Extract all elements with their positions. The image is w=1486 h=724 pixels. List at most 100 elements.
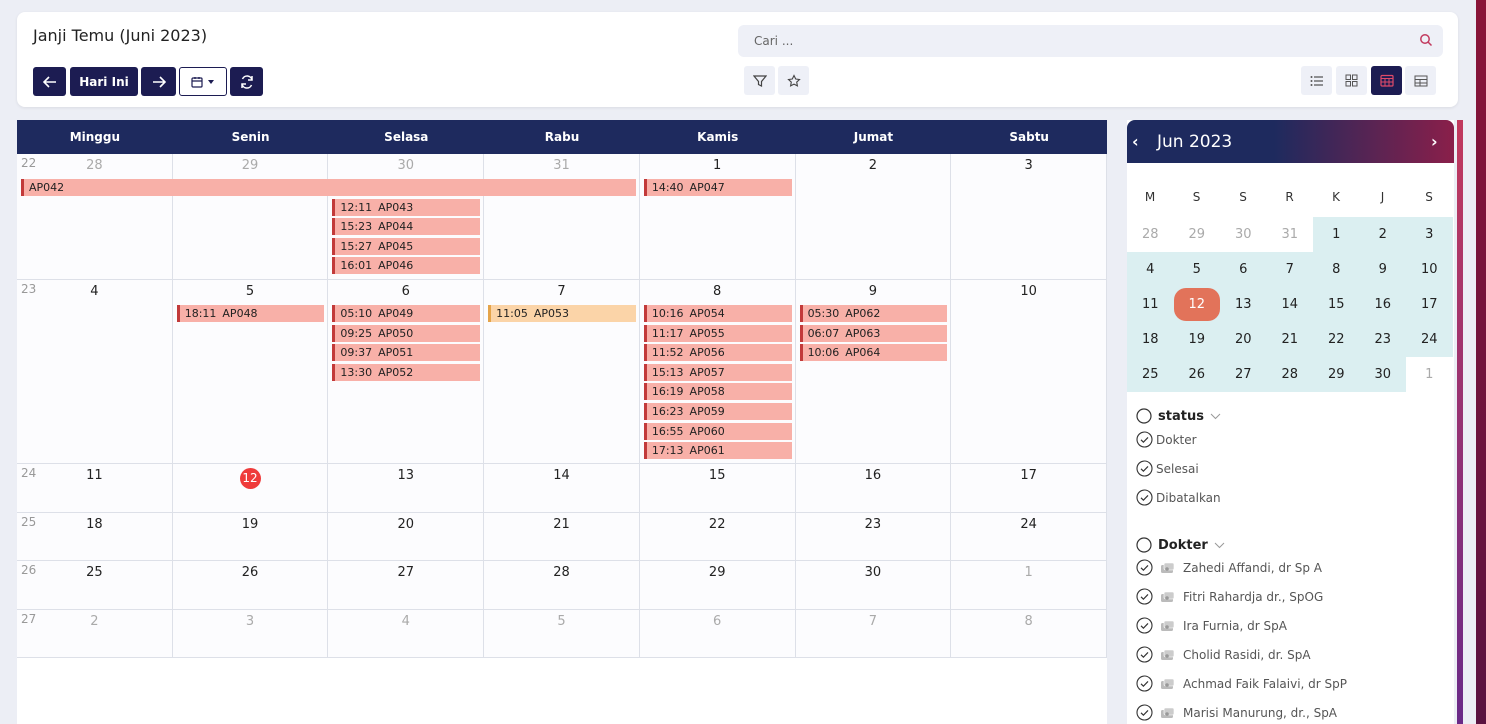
day-cell[interactable]: 31 <box>484 154 640 279</box>
mini-day[interactable]: 25 <box>1127 357 1174 392</box>
dokter-filter-item[interactable]: Ira Furnia, dr SpA <box>1136 617 1287 634</box>
appointment-event[interactable]: 15:13 AP057 <box>643 363 792 381</box>
mini-day[interactable]: 23 <box>1359 322 1406 357</box>
day-cell[interactable]: 7 <box>795 610 952 657</box>
day-cell[interactable]: 18 <box>17 513 173 560</box>
status-filter-item[interactable]: Selesai <box>1136 460 1199 477</box>
appointment-event[interactable]: 11:05 AP053 <box>488 305 636 322</box>
refresh-button[interactable] <box>230 67 263 96</box>
mini-day[interactable]: 10 <box>1406 252 1453 287</box>
dokter-filter-item[interactable]: Fitri Rahardja dr., SpOG <box>1136 588 1323 605</box>
dokter-filter-item[interactable]: Cholid Rasidi, dr. SpA <box>1136 646 1311 663</box>
day-cell[interactable]: 14 <box>484 464 640 512</box>
table-view-button[interactable] <box>1405 66 1436 95</box>
mini-day[interactable]: 24 <box>1406 322 1453 357</box>
day-cell[interactable]: 11 <box>17 464 173 512</box>
mini-day[interactable]: 28 <box>1266 357 1313 392</box>
day-cell[interactable]: 30 <box>795 561 952 609</box>
mini-day[interactable]: 2 <box>1359 217 1406 252</box>
day-cell[interactable]: 4 <box>328 610 485 657</box>
appointment-event[interactable]: 15:27 AP045 <box>332 237 481 255</box>
appointment-event[interactable]: 18:11 AP048 <box>176 305 325 322</box>
today-button[interactable]: Hari Ini <box>70 67 138 96</box>
day-cell[interactable]: 16 <box>795 464 952 512</box>
mini-day[interactable]: 1 <box>1406 357 1453 392</box>
appointment-event[interactable]: 10:06 AP064 <box>799 344 948 362</box>
day-cell[interactable]: 20 <box>328 513 485 560</box>
dokter-filter-item[interactable]: Achmad Faik Falaivi, dr SpP <box>1136 675 1347 692</box>
appointment-event[interactable]: 13:30 AP052 <box>332 363 481 381</box>
day-cell[interactable]: 6 <box>639 610 796 657</box>
day-cell[interactable]: 1 <box>951 561 1107 609</box>
calendar-view-button[interactable] <box>1371 66 1402 95</box>
mini-day[interactable]: 7 <box>1266 252 1313 287</box>
day-cell[interactable]: 15 <box>639 464 796 512</box>
day-cell[interactable]: 19 <box>172 513 329 560</box>
mini-day[interactable]: 12 <box>1173 287 1220 322</box>
appointment-event[interactable]: 16:19 AP058 <box>643 383 792 401</box>
day-cell[interactable]: 29 <box>639 561 796 609</box>
mini-day[interactable]: 15 <box>1313 287 1360 322</box>
day-cell[interactable]: 27 <box>328 561 485 609</box>
appointment-event[interactable]: 11:17 AP055 <box>643 324 792 342</box>
status-filter-item[interactable]: Dokter <box>1136 431 1197 448</box>
appointment-event[interactable]: 16:01 AP046 <box>332 257 481 275</box>
status-filter-header[interactable]: status <box>1136 408 1221 424</box>
day-cell[interactable]: 3 <box>951 154 1107 279</box>
mini-day[interactable]: 8 <box>1313 252 1360 287</box>
day-cell[interactable]: 24 <box>951 513 1107 560</box>
mini-day[interactable]: 21 <box>1266 322 1313 357</box>
mini-day[interactable]: 31 <box>1267 217 1314 252</box>
day-cell[interactable]: 13 <box>328 464 485 512</box>
status-filter-item[interactable]: Dibatalkan <box>1136 489 1221 506</box>
day-cell[interactable]: 22 <box>639 513 796 560</box>
mini-day[interactable]: 14 <box>1266 287 1313 322</box>
day-cell[interactable]: 21 <box>484 513 640 560</box>
mini-day[interactable]: 29 <box>1313 357 1360 392</box>
day-cell[interactable]: 8 <box>951 610 1107 657</box>
day-cell[interactable]: 28 <box>484 561 640 609</box>
mini-day[interactable]: 27 <box>1220 357 1267 392</box>
mini-day[interactable]: 30 <box>1359 357 1406 392</box>
mini-next-month-icon[interactable]: › <box>1431 132 1438 151</box>
appointment-event[interactable]: 10:16 AP054 <box>643 305 792 322</box>
appointment-event[interactable]: 16:55 AP060 <box>643 422 792 440</box>
appointment-event[interactable]: 05:30 AP062 <box>799 305 948 322</box>
mini-day[interactable]: 13 <box>1220 287 1267 322</box>
day-cell[interactable]: 29 <box>172 154 329 279</box>
mini-day[interactable]: 28 <box>1127 217 1174 252</box>
day-cell[interactable]: 28 <box>17 154 173 279</box>
next-button[interactable] <box>141 67 176 96</box>
appointment-event[interactable]: AP042 <box>21 179 636 196</box>
day-cell[interactable]: 3 <box>172 610 329 657</box>
dokter-filter-item[interactable]: Zahedi Affandi, dr Sp A <box>1136 559 1322 576</box>
mini-day[interactable]: 18 <box>1127 322 1174 357</box>
mini-day[interactable]: 9 <box>1359 252 1406 287</box>
day-cell[interactable]: 23 <box>795 513 952 560</box>
dokter-filter-item[interactable]: Marisi Manurung, dr., SpA <box>1136 704 1337 721</box>
search-input[interactable] <box>738 25 1388 57</box>
favorites-button[interactable] <box>778 66 809 95</box>
appointment-event[interactable]: 14:40 AP047 <box>643 179 792 196</box>
day-cell[interactable]: 10 <box>951 280 1107 463</box>
appointment-event[interactable]: 11:52 AP056 <box>643 344 792 362</box>
day-cell[interactable]: 4 <box>17 280 173 463</box>
mini-day[interactable]: 11 <box>1127 287 1174 322</box>
mini-day[interactable]: 5 <box>1173 252 1220 287</box>
day-cell[interactable]: 17 <box>951 464 1107 512</box>
mini-day[interactable]: 30 <box>1220 217 1267 252</box>
appointment-event[interactable]: 09:37 AP051 <box>332 344 481 362</box>
mini-day[interactable]: 20 <box>1220 322 1267 357</box>
mini-day[interactable]: 6 <box>1220 252 1267 287</box>
mini-day[interactable]: 3 <box>1406 217 1453 252</box>
day-cell[interactable]: 5 <box>484 610 640 657</box>
mini-day[interactable]: 22 <box>1313 322 1360 357</box>
kanban-view-button[interactable] <box>1336 66 1367 95</box>
search-icon[interactable] <box>1419 33 1433 47</box>
appointment-event[interactable]: 05:10 AP049 <box>332 305 481 322</box>
mini-day[interactable]: 1 <box>1313 217 1360 252</box>
mini-day[interactable]: 4 <box>1127 252 1174 287</box>
dokter-filter-header[interactable]: Dokter <box>1136 537 1225 553</box>
day-cell[interactable]: 2 <box>17 610 173 657</box>
day-cell[interactable]: 12 <box>172 464 329 512</box>
